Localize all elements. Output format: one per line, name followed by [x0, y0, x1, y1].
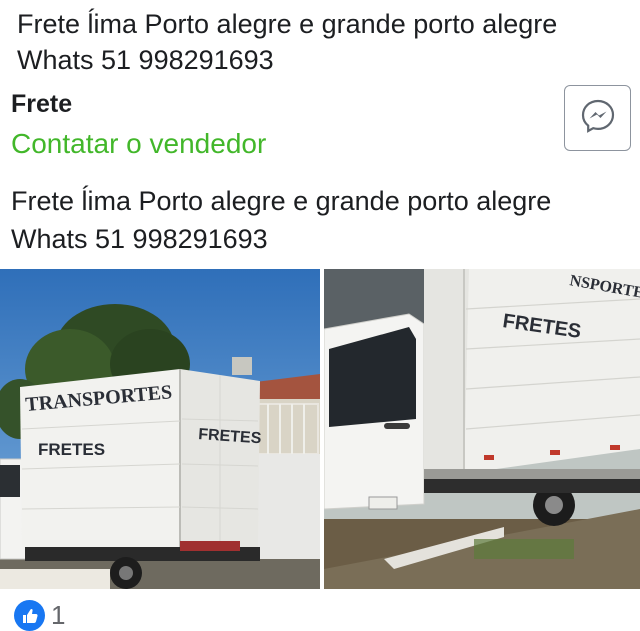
listing-title: Frete [11, 90, 73, 118]
contact-seller-link[interactable]: Contatar o vendedor [11, 127, 266, 161]
description-line-1: Frete ĺima Porto alegre e grande porto a… [11, 186, 552, 216]
photo-grid: TRANSPORTES FRETES FRETES NSPORTE FRETES [0, 269, 640, 589]
post-text: Frete ĺima Porto alegre e grande porto a… [17, 6, 627, 78]
reactions-bar: 1 [14, 600, 65, 631]
truck-photo-side[interactable]: NSPORTE FRETES [324, 269, 640, 589]
truck-photo-rear[interactable]: TRANSPORTES FRETES FRETES [0, 269, 320, 589]
reaction-count[interactable]: 1 [51, 600, 65, 631]
messenger-icon [580, 98, 616, 139]
thumbs-up-icon[interactable] [14, 600, 45, 631]
listing-description: Frete ĺima Porto alegre e grande porto a… [11, 182, 631, 258]
truck-sign-fretes-side: FRETES [38, 440, 105, 459]
post-text-line-1: Frete ĺima Porto alegre e grande porto a… [17, 9, 558, 39]
post-text-line-2: Whats 51 998291693 [17, 45, 274, 75]
messenger-button[interactable] [564, 85, 631, 151]
description-line-2: Whats 51 998291693 [11, 224, 268, 254]
